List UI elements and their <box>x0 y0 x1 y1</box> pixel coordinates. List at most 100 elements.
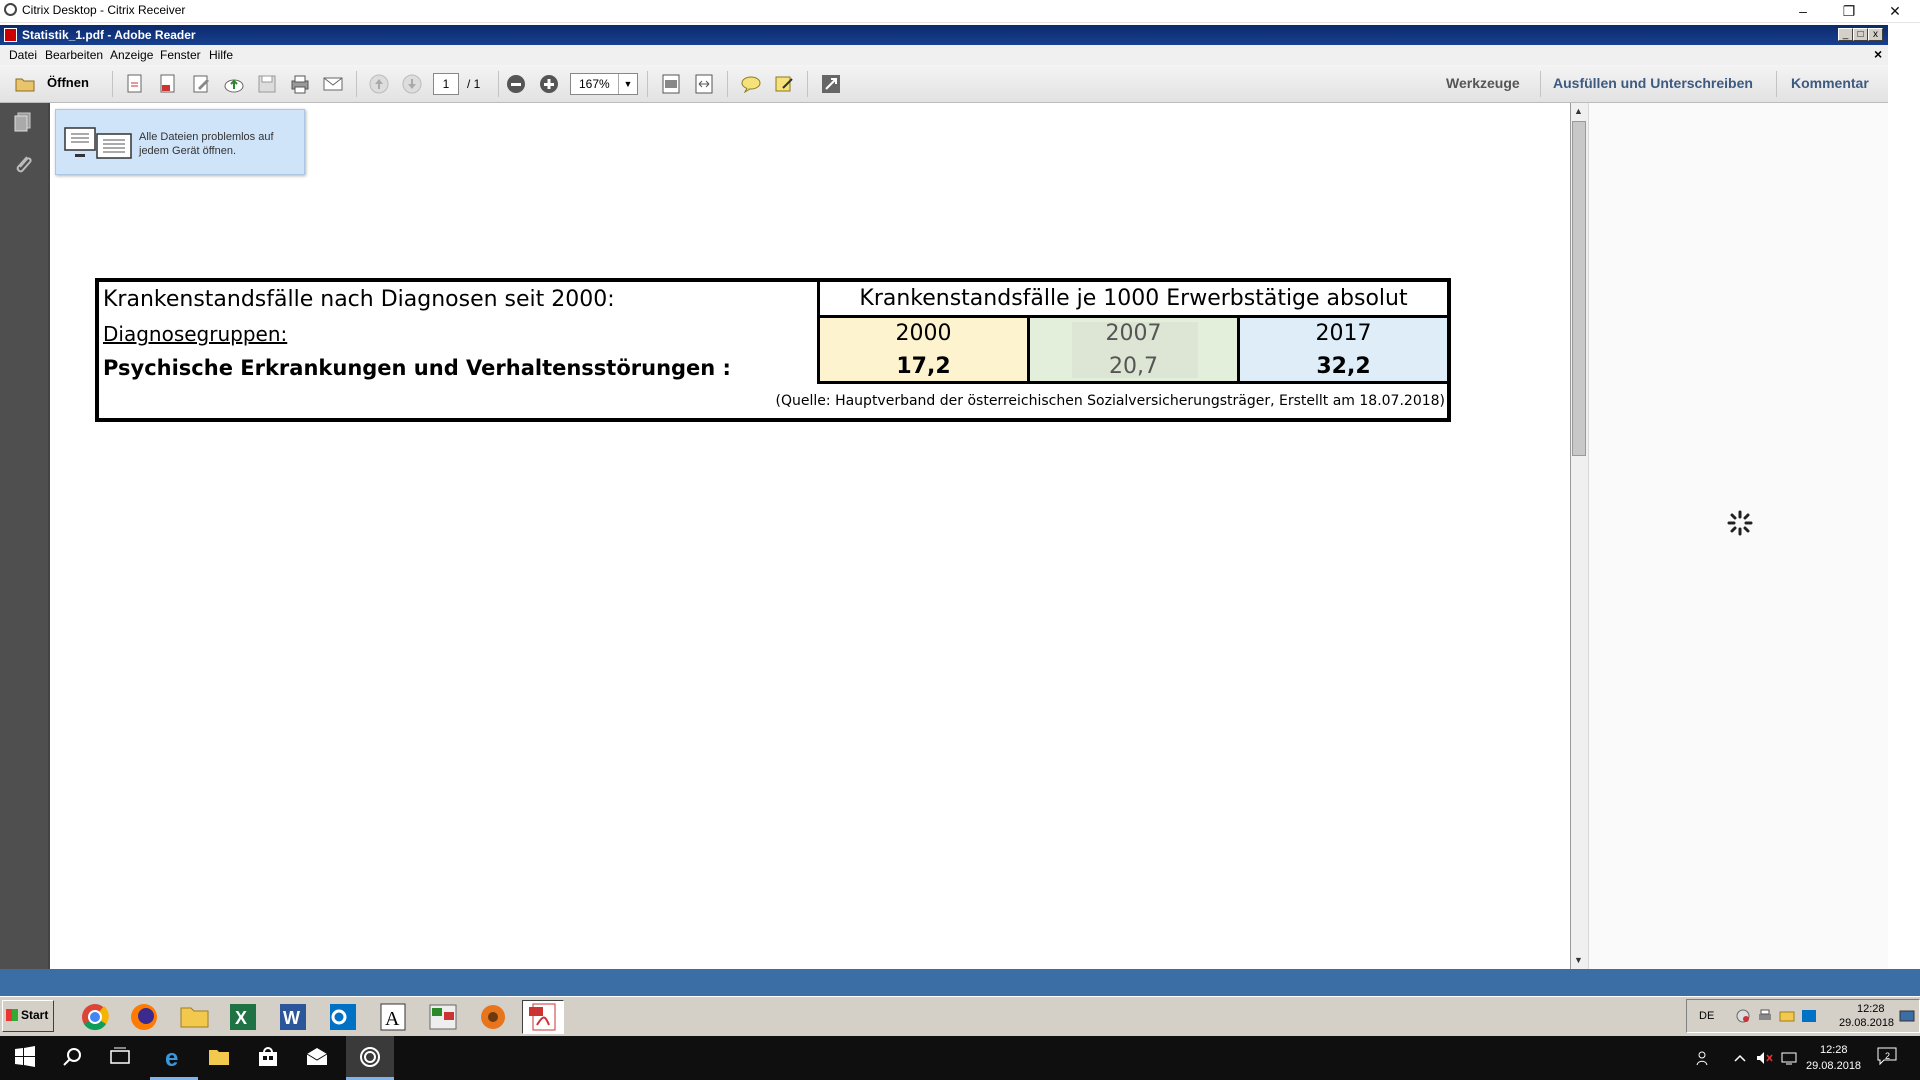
edit-pdf-icon[interactable] <box>190 73 212 95</box>
adobe-app-icon <box>4 28 17 42</box>
sticky-note-icon[interactable] <box>740 73 762 95</box>
menu-item-hilfe[interactable]: Hilfe <box>209 48 233 62</box>
adobe-reader-taskbar-app[interactable] <box>522 1000 564 1034</box>
search-icon[interactable] <box>60 1044 86 1070</box>
previous-page-icon[interactable] <box>368 73 390 95</box>
citrix-window-title: Citrix Desktop - Citrix Receiver <box>22 3 186 17</box>
menu-item-bearbeiten[interactable]: Bearbeiten <box>45 48 103 62</box>
open-button-label: Öffnen <box>47 75 89 90</box>
excel-taskbar-app[interactable]: X <box>222 1000 264 1034</box>
citrix-taskbar-app[interactable] <box>346 1036 394 1080</box>
zoom-in-icon[interactable] <box>538 73 560 95</box>
left-navigation-panel <box>0 103 48 969</box>
document-view[interactable] <box>48 103 1570 969</box>
fit-page-icon[interactable] <box>660 73 682 95</box>
export-pdf-icon[interactable] <box>157 73 179 95</box>
show-desktop-icon[interactable] <box>1899 1010 1915 1024</box>
volume-muted-icon[interactable] <box>1755 1050 1773 1066</box>
chevron-down-icon[interactable]: ▼ <box>618 74 637 94</box>
adobe-minimize-button[interactable]: _ <box>1838 28 1853 41</box>
adobe-close-button[interactable]: x <box>1868 28 1883 41</box>
menu-item-anzeige[interactable]: Anzeige <box>110 48 153 62</box>
vertical-scrollbar[interactable]: ▲ ▼ <box>1570 103 1588 969</box>
clock-time[interactable]: 12:28 <box>1820 1044 1848 1056</box>
chevron-up-icon[interactable] <box>1733 1052 1747 1064</box>
year-label: 2017 <box>1315 321 1372 346</box>
outlook-tray-icon[interactable] <box>1801 1008 1817 1024</box>
citrix-clock-time[interactable]: 12:28 <box>1857 1003 1885 1015</box>
chart-app-taskbar-app[interactable] <box>422 1000 464 1034</box>
edge-taskbar-app[interactable]: e <box>150 1036 198 1080</box>
clock-date[interactable]: 29.08.2018 <box>1806 1060 1861 1072</box>
tools-tab[interactable]: Werkzeuge <box>1446 75 1520 91</box>
fit-width-icon[interactable] <box>693 73 715 95</box>
page-thumbnails-icon[interactable] <box>12 111 34 135</box>
toolbar-separator <box>807 71 808 97</box>
tooltip-line: jedem Gerät öffnen. <box>139 145 237 157</box>
comment-tab[interactable]: Kommentar <box>1791 75 1869 91</box>
create-pdf-icon[interactable] <box>124 73 146 95</box>
printer-tray-icon[interactable] <box>1757 1008 1773 1024</box>
diagnosis-group-label: Diagnosegruppen: <box>103 322 288 346</box>
people-icon[interactable] <box>1696 1050 1712 1066</box>
value-2007: 20,7 <box>1109 354 1158 379</box>
cloud-upload-icon[interactable] <box>223 73 245 95</box>
toolbar-separator <box>647 71 648 97</box>
task-view-icon[interactable] <box>107 1044 133 1070</box>
toolbar-separator <box>356 71 357 97</box>
word-taskbar-app[interactable]: W <box>272 1000 314 1034</box>
store-icon[interactable] <box>255 1044 281 1070</box>
adobe-maximize-button[interactable]: □ <box>1853 28 1868 41</box>
mail-tray-icon[interactable] <box>1779 1008 1795 1024</box>
print-icon[interactable] <box>289 73 311 95</box>
citrix-clock-date[interactable]: 29.08.2018 <box>1839 1017 1894 1029</box>
save-icon[interactable] <box>256 73 278 95</box>
zoom-select[interactable]: 167% ▼ <box>570 73 638 95</box>
highlight-icon[interactable] <box>773 73 795 95</box>
firefox-taskbar-app[interactable] <box>123 1000 165 1034</box>
action-center-button[interactable]: 2 <box>1876 1046 1898 1070</box>
attachments-icon[interactable] <box>12 153 34 177</box>
scroll-down-icon[interactable]: ▼ <box>1574 955 1583 965</box>
menu-item-fenster[interactable]: Fenster <box>160 48 201 62</box>
windows-taskbar: e 12:28 29.08.2018 2 <box>0 1036 1920 1080</box>
scrollbar-thumb[interactable] <box>1572 121 1586 456</box>
language-indicator[interactable]: DE <box>1699 1010 1714 1022</box>
windows-start-icon[interactable] <box>12 1044 38 1070</box>
folder-icon <box>15 78 35 92</box>
zoom-out-icon[interactable] <box>505 73 527 95</box>
outlook-taskbar-app[interactable] <box>322 1000 364 1034</box>
devices-icon <box>64 127 132 159</box>
tooltip-line: Alle Dateien problemlos auf <box>139 131 274 143</box>
network-icon[interactable] <box>1780 1050 1798 1066</box>
menu-item-datei[interactable]: Datei <box>9 48 37 62</box>
main-toolbar: Öffnen 1 / 1 167% ▼ Werkzeuge Ausfüllen … <box>0 65 1888 103</box>
flower-app-taskbar-app[interactable] <box>472 1000 514 1034</box>
start-button[interactable]: Start <box>2 1000 54 1032</box>
chrome-taskbar-app[interactable] <box>74 1000 116 1034</box>
file-explorer-icon[interactable] <box>206 1044 232 1070</box>
table-heading: Krankenstandsfälle nach Diagnosen seit 2… <box>103 287 615 312</box>
font-app-taskbar-app[interactable]: A <box>372 1000 414 1034</box>
svg-text:e: e <box>165 1045 178 1070</box>
email-icon[interactable] <box>322 73 344 95</box>
citrix-restore-button[interactable]: ❐ <box>1826 0 1872 22</box>
promo-tooltip[interactable]: Alle Dateien problemlos auf jedem Gerät … <box>55 109 305 175</box>
citrix-minimize-button[interactable]: – <box>1780 0 1826 22</box>
network-warning-icon[interactable] <box>1735 1008 1751 1024</box>
zoom-value: 167% <box>579 77 610 91</box>
scroll-up-icon[interactable]: ▲ <box>1574 106 1583 116</box>
mail-icon[interactable] <box>304 1044 330 1070</box>
svg-text:A: A <box>385 1008 400 1030</box>
fill-sign-tab[interactable]: Ausfüllen und Unterschreiben <box>1553 75 1753 91</box>
next-page-icon[interactable] <box>401 73 423 95</box>
fullscreen-icon[interactable] <box>820 73 842 95</box>
svg-text:W: W <box>283 1008 300 1028</box>
document-close-button[interactable]: × <box>1874 46 1882 62</box>
citrix-close-button[interactable]: ✕ <box>1872 0 1918 22</box>
font-icon: A <box>380 1003 406 1031</box>
explorer-taskbar-app[interactable] <box>173 1000 215 1034</box>
citrix-receiver-icon <box>360 1047 380 1067</box>
page-number-input[interactable]: 1 <box>433 73 459 95</box>
open-button[interactable]: Öffnen <box>10 69 100 97</box>
